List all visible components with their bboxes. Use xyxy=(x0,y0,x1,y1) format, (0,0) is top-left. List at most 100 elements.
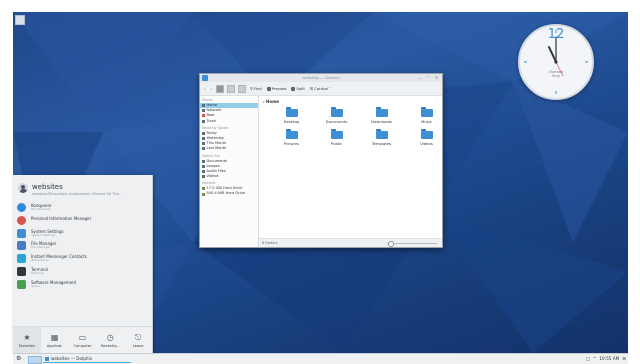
control-icon: ☰ xyxy=(309,86,314,91)
find-button[interactable]: ⚲ Find xyxy=(249,84,263,93)
back-button[interactable]: ‹ xyxy=(203,84,207,93)
compact-view-button[interactable] xyxy=(227,84,236,93)
video-icon xyxy=(202,175,205,179)
details-view-button[interactable] xyxy=(238,84,247,93)
minimize-button[interactable]: ⌄ xyxy=(418,75,423,80)
panel-settings-icon[interactable]: ☰ xyxy=(622,356,626,361)
system-tray: □ ^ 10:55 AM ☰ xyxy=(586,356,626,361)
zoom-slider-track[interactable] xyxy=(387,242,437,244)
analog-clock-widget: 12 Oversaw Ring xyxy=(518,24,594,100)
grid-icon: ▦ xyxy=(50,332,59,342)
tab-favorites[interactable]: ★ Favorites xyxy=(13,327,41,353)
arrow-right-icon: › xyxy=(210,86,213,91)
task-dolphin[interactable]: websites — Dolphin xyxy=(43,355,131,363)
folder-item-templates[interactable]: Templates xyxy=(359,129,404,146)
status-bar: 8 Folders xyxy=(259,238,442,247)
folder-item-pictures[interactable]: Pictures xyxy=(269,129,314,146)
audio-icon xyxy=(202,169,205,173)
folder-item-desktop[interactable]: Desktop xyxy=(269,107,314,124)
calendar-icon xyxy=(202,147,205,151)
calendar-icon xyxy=(202,137,205,141)
tab-leave[interactable]: ⎋ Leave xyxy=(124,327,152,353)
search-header: Search For xyxy=(202,153,221,158)
computer-icon: ▭ xyxy=(78,332,87,342)
document-icon xyxy=(202,159,205,163)
favorite-software-management[interactable]: Software Management Apper xyxy=(17,279,148,293)
leave-icon: ⎋ xyxy=(134,332,142,342)
tab-applications[interactable]: ▦ Applicat. xyxy=(41,327,69,353)
application-launcher-button[interactable]: ⚙ xyxy=(16,356,22,362)
tab-computer[interactable]: ▭ Computer xyxy=(69,327,97,353)
folder-icon xyxy=(420,129,433,139)
desktop-toolbox-button[interactable] xyxy=(15,15,25,25)
kde-logo-icon: ⚙ xyxy=(16,355,22,362)
folder-item-videos[interactable]: Videos xyxy=(404,129,449,146)
favorite-system-settings[interactable]: System Settings System Settings xyxy=(17,228,148,242)
breadcrumb[interactable]: › Home xyxy=(259,96,442,107)
notifications-icon[interactable]: □ xyxy=(586,356,590,361)
tab-recently-used[interactable]: ◷ Recently... xyxy=(96,327,124,353)
network-icon xyxy=(202,109,205,113)
places-panel: Places Home Network Root Trash Recently … xyxy=(200,96,259,247)
folder-item-public[interactable]: Public xyxy=(314,129,359,146)
history-icon: ◷ xyxy=(106,332,114,342)
control-button[interactable]: ☰ Control ˅ xyxy=(309,84,332,93)
preview-icon xyxy=(266,86,271,91)
favorite-file-manager[interactable]: File Manager File Manager xyxy=(17,241,148,254)
favorite-konqueror[interactable]: Konqueror Web Browser xyxy=(17,203,148,216)
clock-location-label: Oversaw Ring xyxy=(548,70,564,78)
calendar-icon xyxy=(202,142,205,146)
icons-view-button[interactable] xyxy=(216,84,225,93)
image-icon xyxy=(202,164,205,168)
home-icon xyxy=(202,104,205,108)
folder-icon xyxy=(330,129,343,139)
konqueror-icon xyxy=(17,203,26,212)
favorite-terminal[interactable]: Terminal Terminal xyxy=(17,266,148,280)
dolphin-window[interactable]: websites — Dolphin ⌄ ⌃ ✕ ‹ › ⚲ Find Previ… xyxy=(199,73,443,248)
folder-icon xyxy=(285,107,298,117)
split-button[interactable]: Split xyxy=(290,84,305,93)
avatar[interactable] xyxy=(18,183,28,193)
digital-clock[interactable]: 10:55 AM xyxy=(599,356,619,361)
clock-face-icon xyxy=(524,30,588,94)
device-item-hard-drive-2[interactable]: 500.4 MiB Hard Drive xyxy=(200,191,258,196)
window-titlebar[interactable]: websites — Dolphin ⌄ ⌃ ✕ xyxy=(200,74,442,82)
pim-icon xyxy=(17,215,26,225)
folder-item-music[interactable]: Music xyxy=(404,107,449,124)
arrow-left-icon: ‹ xyxy=(204,86,206,91)
user-header: websites websites@localhost.localdomain … xyxy=(18,183,122,196)
dolphin-task-icon xyxy=(45,356,49,361)
trash-icon xyxy=(202,119,205,123)
root-folder-icon xyxy=(202,114,205,118)
virtual-desktop-pager[interactable] xyxy=(28,355,42,364)
preview-button[interactable]: Preview xyxy=(266,84,288,93)
folder-icon xyxy=(420,107,433,117)
hard-drive-icon xyxy=(202,192,205,196)
zoom-slider-handle[interactable] xyxy=(388,241,394,247)
favorite-pim[interactable]: Personal Information Manager xyxy=(17,215,148,229)
tray-expand-icon[interactable]: ^ xyxy=(593,356,597,361)
chevron-down-icon: ˅ xyxy=(328,86,331,91)
hard-drive-icon xyxy=(202,187,205,191)
places-header: Places xyxy=(202,98,213,102)
maximize-button[interactable]: ⌃ xyxy=(426,75,431,80)
folder-icon xyxy=(285,129,298,139)
favorites-list: Konqueror Web Browser Personal Informatio… xyxy=(17,203,148,293)
terminal-icon xyxy=(17,266,26,276)
close-button[interactable]: ✕ xyxy=(434,75,439,80)
devices-header: Devices xyxy=(202,181,216,186)
forward-button[interactable]: › xyxy=(210,84,214,93)
user-host: websites@localhost.localdomain (Fedora 3… xyxy=(32,192,123,196)
settings-icon xyxy=(17,228,26,238)
window-title: websites — Dolphin xyxy=(302,75,340,80)
package-icon xyxy=(17,279,26,289)
favorite-im-contacts[interactable]: Instant Messenger Contacts IM Contacts xyxy=(17,254,148,267)
application-launcher: websites websites@localhost.localdomain … xyxy=(13,175,153,353)
file-view[interactable]: › Home Desktop Documents Downloads Music… xyxy=(259,96,442,239)
taskbar-panel: ⚙ websites — Dolphin □ ^ 10:55 AM ☰ xyxy=(13,353,628,364)
dolphin-toolbar: ‹ › ⚲ Find Preview Split ☰ Control ˅ xyxy=(200,82,442,96)
folder-item-documents[interactable]: Documents xyxy=(314,107,359,124)
folder-icon xyxy=(330,107,343,117)
launcher-tabs: ★ Favorites ▦ Applicat. ▭ Computer ◷ Recentl… xyxy=(13,326,152,353)
folder-item-downloads[interactable]: Downloads xyxy=(359,107,404,124)
